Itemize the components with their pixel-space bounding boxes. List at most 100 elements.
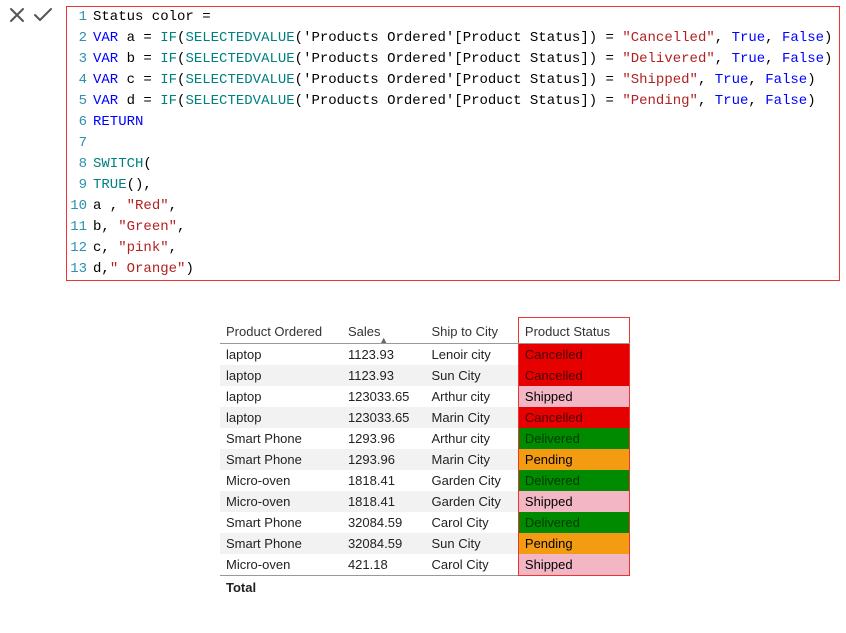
- line-number: 4: [67, 70, 93, 91]
- cell-city: Carol City: [426, 554, 519, 576]
- code-content[interactable]: d," Orange"): [93, 259, 839, 280]
- cell-status: Pending: [518, 449, 629, 470]
- cell-city: Sun City: [426, 533, 519, 554]
- line-number: 2: [67, 28, 93, 49]
- cell-product: Smart Phone: [220, 533, 342, 554]
- code-content[interactable]: b, "Green",: [93, 217, 839, 238]
- cell-status: Shipped: [518, 554, 629, 576]
- cell-city: Lenoir city: [426, 344, 519, 366]
- cell-sales: 1123.93: [342, 344, 426, 366]
- code-content[interactable]: TRUE(),: [93, 175, 839, 196]
- cell-sales: 1818.41: [342, 470, 426, 491]
- cell-sales: 421.18: [342, 554, 426, 576]
- cell-product: laptop: [220, 344, 342, 366]
- table-row[interactable]: Smart Phone32084.59Carol CityDelivered: [220, 512, 630, 533]
- table-row[interactable]: Smart Phone32084.59Sun CityPending: [220, 533, 630, 554]
- table-row[interactable]: Smart Phone1293.96Marin CityPending: [220, 449, 630, 470]
- line-number: 8: [67, 154, 93, 175]
- dax-formula-editor[interactable]: 1Status color =2VAR a = IF(SELECTEDVALUE…: [66, 6, 840, 281]
- code-line[interactable]: 2VAR a = IF(SELECTEDVALUE('Products Orde…: [67, 28, 839, 49]
- code-line[interactable]: 4VAR c = IF(SELECTEDVALUE('Products Orde…: [67, 70, 839, 91]
- code-line[interactable]: 11b, "Green",: [67, 217, 839, 238]
- line-number: 11: [67, 217, 93, 238]
- code-content[interactable]: VAR a = IF(SELECTEDVALUE('Products Order…: [93, 28, 839, 49]
- table-row[interactable]: Micro-oven421.18Carol CityShipped: [220, 554, 630, 576]
- code-line[interactable]: 8SWITCH(: [67, 154, 839, 175]
- code-content[interactable]: Status color =: [93, 7, 839, 28]
- code-content[interactable]: c, "pink",: [93, 238, 839, 259]
- cell-sales: 32084.59: [342, 512, 426, 533]
- table-row[interactable]: laptop123033.65Marin CityCancelled: [220, 407, 630, 428]
- cell-status: Cancelled: [518, 365, 629, 386]
- line-number: 10: [67, 196, 93, 217]
- cell-status: Cancelled: [518, 344, 629, 366]
- code-line[interactable]: 10a , "Red",: [67, 196, 839, 217]
- cell-city: Arthur city: [426, 386, 519, 407]
- cell-sales: 123033.65: [342, 407, 426, 428]
- code-line[interactable]: 13d," Orange"): [67, 259, 839, 280]
- line-number: 6: [67, 112, 93, 133]
- table-row[interactable]: laptop123033.65Arthur cityShipped: [220, 386, 630, 407]
- col-status[interactable]: Product Status: [518, 318, 629, 344]
- code-content[interactable]: RETURN: [93, 112, 839, 133]
- code-content[interactable]: VAR b = IF(SELECTEDVALUE('Products Order…: [93, 49, 839, 70]
- cell-sales: 32084.59: [342, 533, 426, 554]
- col-sales[interactable]: Sales ▲: [342, 318, 426, 344]
- line-number: 5: [67, 91, 93, 112]
- cell-city: Marin City: [426, 449, 519, 470]
- line-number: 1: [67, 7, 93, 28]
- code-content[interactable]: a , "Red",: [93, 196, 839, 217]
- cell-status: Delivered: [518, 470, 629, 491]
- cell-product: Smart Phone: [220, 449, 342, 470]
- col-city[interactable]: Ship to City: [426, 318, 519, 344]
- cell-city: Garden City: [426, 470, 519, 491]
- code-line[interactable]: 6RETURN: [67, 112, 839, 133]
- cell-city: Garden City: [426, 491, 519, 512]
- code-line[interactable]: 5VAR d = IF(SELECTEDVALUE('Products Orde…: [67, 91, 839, 112]
- cell-product: Micro-oven: [220, 470, 342, 491]
- cell-city: Marin City: [426, 407, 519, 428]
- cell-product: laptop: [220, 365, 342, 386]
- line-number: 12: [67, 238, 93, 259]
- code-line[interactable]: 9TRUE(),: [67, 175, 839, 196]
- sort-asc-icon: ▲: [379, 335, 388, 345]
- cell-sales: 1293.96: [342, 449, 426, 470]
- cell-product: Micro-oven: [220, 554, 342, 576]
- table-row[interactable]: Smart Phone1293.96Arthur cityDelivered: [220, 428, 630, 449]
- table-row[interactable]: Micro-oven1818.41Garden CityShipped: [220, 491, 630, 512]
- cell-city: Arthur city: [426, 428, 519, 449]
- results-table: Product Ordered Sales ▲ Ship to City Pro…: [220, 317, 630, 599]
- code-content[interactable]: SWITCH(: [93, 154, 839, 175]
- code-line[interactable]: 1Status color =: [67, 7, 839, 28]
- close-icon[interactable]: [8, 6, 26, 24]
- line-number: 13: [67, 259, 93, 280]
- cell-status: Shipped: [518, 491, 629, 512]
- cell-city: Sun City: [426, 365, 519, 386]
- col-sales-label: Sales: [348, 324, 381, 339]
- cell-status: Cancelled: [518, 407, 629, 428]
- line-number: 7: [67, 133, 93, 154]
- col-product[interactable]: Product Ordered: [220, 318, 342, 344]
- code-line[interactable]: 7: [67, 133, 839, 154]
- cell-product: Smart Phone: [220, 428, 342, 449]
- table-row[interactable]: laptop1123.93Lenoir cityCancelled: [220, 344, 630, 366]
- table-row[interactable]: Micro-oven1818.41Garden CityDelivered: [220, 470, 630, 491]
- footer-total-label: Total: [220, 576, 342, 600]
- cell-product: Micro-oven: [220, 491, 342, 512]
- code-content[interactable]: VAR c = IF(SELECTEDVALUE('Products Order…: [93, 70, 839, 91]
- cell-sales: 1818.41: [342, 491, 426, 512]
- cell-city: Carol City: [426, 512, 519, 533]
- cell-sales: 123033.65: [342, 386, 426, 407]
- code-line[interactable]: 3VAR b = IF(SELECTEDVALUE('Products Orde…: [67, 49, 839, 70]
- cell-status: Pending: [518, 533, 629, 554]
- table-row[interactable]: laptop1123.93Sun CityCancelled: [220, 365, 630, 386]
- cell-product: laptop: [220, 386, 342, 407]
- line-number: 3: [67, 49, 93, 70]
- code-line[interactable]: 12c, "pink",: [67, 238, 839, 259]
- cell-status: Delivered: [518, 512, 629, 533]
- line-number: 9: [67, 175, 93, 196]
- check-icon[interactable]: [32, 6, 54, 24]
- code-content[interactable]: [93, 133, 839, 154]
- code-content[interactable]: VAR d = IF(SELECTEDVALUE('Products Order…: [93, 91, 839, 112]
- cell-sales: 1293.96: [342, 428, 426, 449]
